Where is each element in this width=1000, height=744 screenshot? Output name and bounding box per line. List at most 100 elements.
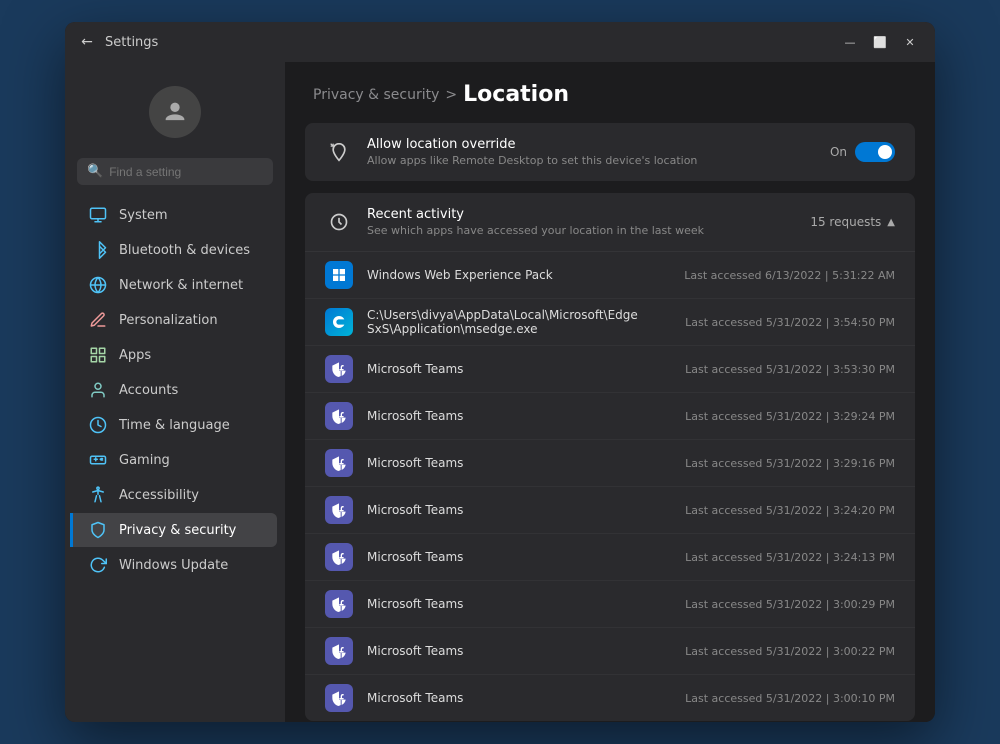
recent-activity-card: Recent activity See which apps have acce…	[305, 193, 915, 721]
window-controls: — ⬜ ✕	[837, 32, 923, 52]
last-accessed: Last accessed 5/31/2022 | 3:54:50 PM	[685, 316, 895, 329]
settings-window: ← Settings — ⬜ ✕ 🔍	[65, 22, 935, 722]
activity-row: C:\Users\divya\AppData\Local\Microsoft\E…	[305, 299, 915, 346]
activity-row: Microsoft Teams Last accessed 5/31/2022 …	[305, 487, 915, 534]
activity-text: Recent activity See which apps have acce…	[367, 207, 796, 237]
app-name: Microsoft Teams	[367, 503, 671, 517]
avatar[interactable]	[149, 86, 201, 138]
sidebar-item-bluetooth[interactable]: Bluetooth & devices	[73, 233, 277, 267]
nav-icon-gaming	[89, 451, 107, 469]
maximize-button[interactable]: ⬜	[867, 32, 893, 52]
location-override-text: Allow location override Allow apps like …	[367, 137, 816, 167]
window-title: Settings	[105, 35, 158, 50]
chevron-up-icon: ▲	[887, 217, 895, 228]
nav-icon-bluetooth	[89, 241, 107, 259]
sidebar-item-update[interactable]: Windows Update	[73, 548, 277, 582]
sidebar-item-label-time: Time & language	[119, 418, 230, 433]
sidebar-item-gaming[interactable]: Gaming	[73, 443, 277, 477]
last-accessed: Last accessed 5/31/2022 | 3:00:22 PM	[685, 645, 895, 658]
location-override-toggle[interactable]	[855, 142, 895, 162]
sidebar-item-label-accounts: Accounts	[119, 383, 178, 398]
last-accessed: Last accessed 5/31/2022 | 3:29:16 PM	[685, 457, 895, 470]
toggle-label: On	[830, 145, 847, 159]
app-name: C:\Users\divya\AppData\Local\Microsoft\E…	[367, 308, 671, 336]
nav-icon-time	[89, 416, 107, 434]
page-title: Location	[463, 82, 569, 107]
activity-row: Microsoft Teams Last accessed 5/31/2022 …	[305, 675, 915, 721]
app-icon	[325, 637, 353, 665]
nav-icon-privacy	[89, 521, 107, 539]
nav-icon-accounts	[89, 381, 107, 399]
last-accessed: Last accessed 5/31/2022 | 3:53:30 PM	[685, 363, 895, 376]
app-icon	[325, 449, 353, 477]
sidebar-item-label-privacy: Privacy & security	[119, 523, 236, 538]
app-icon	[325, 402, 353, 430]
title-bar: ← Settings — ⬜ ✕	[65, 22, 935, 62]
minimize-button[interactable]: —	[837, 32, 863, 52]
sidebar-item-privacy[interactable]: Privacy & security	[70, 513, 277, 547]
app-name: Microsoft Teams	[367, 362, 671, 376]
activity-row: Microsoft Teams Last accessed 5/31/2022 …	[305, 581, 915, 628]
app-icon	[325, 261, 353, 289]
sidebar-item-apps[interactable]: Apps	[73, 338, 277, 372]
app-name: Microsoft Teams	[367, 597, 671, 611]
app-name: Windows Web Experience Pack	[367, 268, 670, 282]
location-override-icon	[325, 138, 353, 166]
nav-icon-system	[89, 206, 107, 224]
location-override-title: Allow location override	[367, 137, 816, 152]
search-input[interactable]	[109, 165, 264, 179]
breadcrumb-parent: Privacy & security	[313, 87, 439, 103]
sidebar-item-label-gaming: Gaming	[119, 453, 170, 468]
app-name: Microsoft Teams	[367, 409, 671, 423]
close-button[interactable]: ✕	[897, 32, 923, 52]
app-icon	[325, 543, 353, 571]
last-accessed: Last accessed 5/31/2022 | 3:24:13 PM	[685, 551, 895, 564]
last-accessed: Last accessed 5/31/2022 | 3:24:20 PM	[685, 504, 895, 517]
sidebar-item-network[interactable]: Network & internet	[73, 268, 277, 302]
sidebar-item-accessibility[interactable]: Accessibility	[73, 478, 277, 512]
sidebar-item-label-bluetooth: Bluetooth & devices	[119, 243, 250, 258]
sidebar: 🔍 System Bluetooth & devices Network & i…	[65, 62, 285, 722]
last-accessed: Last accessed 5/31/2022 | 3:00:29 PM	[685, 598, 895, 611]
content-area: Privacy & security > Location Allow loca…	[285, 62, 935, 722]
nav-icon-apps	[89, 346, 107, 364]
last-accessed: Last accessed 5/31/2022 | 3:00:10 PM	[685, 692, 895, 705]
search-icon: 🔍	[87, 164, 103, 179]
sidebar-item-label-personalization: Personalization	[119, 313, 218, 328]
sidebar-item-label-apps: Apps	[119, 348, 151, 363]
app-icon	[325, 590, 353, 618]
app-name: Microsoft Teams	[367, 550, 671, 564]
sidebar-item-personalization[interactable]: Personalization	[73, 303, 277, 337]
activity-title: Recent activity	[367, 207, 796, 222]
activity-row: Windows Web Experience Pack Last accesse…	[305, 252, 915, 299]
activity-row: Microsoft Teams Last accessed 5/31/2022 …	[305, 534, 915, 581]
location-override-row: Allow location override Allow apps like …	[305, 123, 915, 181]
app-icon	[325, 496, 353, 524]
sidebar-item-label-system: System	[119, 208, 167, 223]
nav-icon-network	[89, 276, 107, 294]
sidebar-item-system[interactable]: System	[73, 198, 277, 232]
location-override-desc: Allow apps like Remote Desktop to set th…	[367, 154, 816, 167]
back-button[interactable]: ←	[77, 32, 97, 52]
nav-icon-accessibility	[89, 486, 107, 504]
sidebar-item-label-update: Windows Update	[119, 558, 228, 573]
sidebar-item-label-network: Network & internet	[119, 278, 243, 293]
location-override-card: Allow location override Allow apps like …	[305, 123, 915, 181]
sidebar-item-accounts[interactable]: Accounts	[73, 373, 277, 407]
breadcrumb-separator: >	[445, 87, 457, 103]
search-box[interactable]: 🔍	[77, 158, 273, 185]
app-icon	[325, 684, 353, 712]
activity-row: Microsoft Teams Last accessed 5/31/2022 …	[305, 440, 915, 487]
main-layout: 🔍 System Bluetooth & devices Network & i…	[65, 62, 935, 722]
title-bar-left: ← Settings	[77, 32, 837, 52]
sidebar-item-time[interactable]: Time & language	[73, 408, 277, 442]
app-name: Microsoft Teams	[367, 644, 671, 658]
toggle-area: On	[830, 142, 895, 162]
nav-container: System Bluetooth & devices Network & int…	[65, 197, 285, 583]
recent-activity-icon	[325, 208, 353, 236]
last-accessed: Last accessed 5/31/2022 | 3:29:24 PM	[685, 410, 895, 423]
page-header: Privacy & security > Location	[285, 62, 935, 123]
app-icon	[325, 308, 353, 336]
nav-icon-update	[89, 556, 107, 574]
activity-row: Microsoft Teams Last accessed 5/31/2022 …	[305, 346, 915, 393]
